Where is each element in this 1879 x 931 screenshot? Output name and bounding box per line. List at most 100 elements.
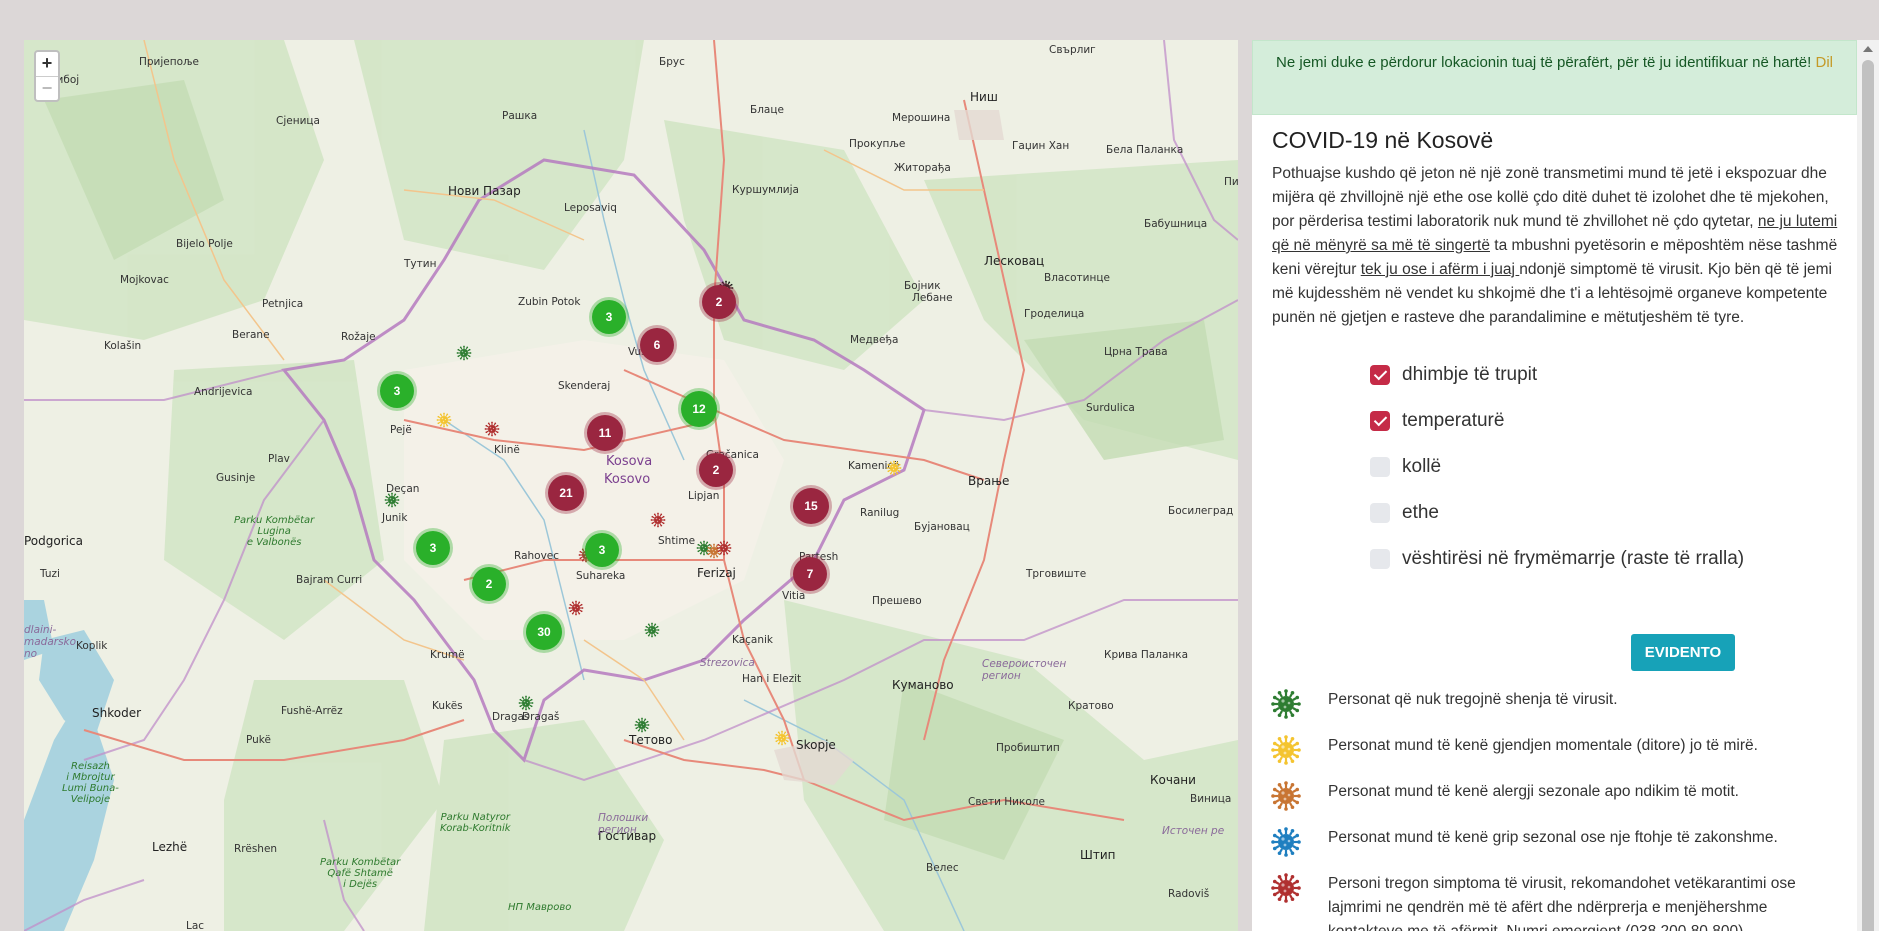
virus-marker-icon[interactable] — [716, 540, 732, 556]
symptom-checkbox-row[interactable]: vështirësi në frymëmarrje (raste të rral… — [1370, 536, 1857, 582]
map-place-label: Han i Elezit — [742, 673, 802, 685]
symptom-checkbox-row[interactable]: temperaturë — [1370, 398, 1857, 444]
cluster-marker[interactable]: 3 — [585, 533, 619, 567]
map-place-label: Бабушница — [1144, 218, 1208, 230]
map-place-label: Крива Паланка — [1104, 649, 1189, 661]
intro-underline-2: tek ju ose i afërm i juaj — [1360, 261, 1520, 278]
virus-marker-icon[interactable] — [886, 460, 902, 476]
symptom-label: dhimbje të trupit — [1402, 364, 1538, 385]
legend-item: Personat mund të kenë gjendjen momentale… — [1270, 734, 1830, 766]
legend-item: Personi tregon simptoma të virusit, reko… — [1270, 872, 1830, 931]
virus-marker-icon[interactable] — [634, 717, 650, 733]
map-place-label: Сјеница — [276, 115, 320, 127]
cluster-marker[interactable]: 2 — [702, 285, 736, 319]
symptom-label: ethe — [1402, 502, 1439, 523]
scrollbar-thumb[interactable] — [1862, 60, 1874, 931]
cluster-marker[interactable]: 2 — [472, 567, 506, 601]
map-place-label: Andrijevica — [194, 386, 253, 398]
checkbox[interactable] — [1370, 365, 1390, 385]
map-park-label: Parku Kombëtar Lugina e Valbonës — [234, 515, 315, 548]
map-place-label: Медвеђа — [850, 334, 899, 346]
map-park-label: Reisazh i Mbrojtur Lumi Buna- Velipoje — [62, 761, 119, 805]
cluster-marker[interactable]: 3 — [592, 300, 626, 334]
map-region-label: Kosovo — [604, 472, 651, 487]
map-place-label: Тутин — [404, 258, 437, 270]
symptom-label: temperaturë — [1402, 410, 1505, 431]
map-place-label: Прешево — [872, 595, 922, 607]
legend-item: Personat që nuk tregojnë shenja të virus… — [1270, 688, 1830, 720]
cluster-marker[interactable]: 7 — [793, 557, 827, 591]
map-place-label: Kolašin — [104, 340, 142, 352]
map-place-label: Zubin Potok — [518, 296, 581, 308]
map-place-label: Мерошина — [892, 112, 951, 124]
map-place-label: Bajram Curri — [296, 574, 363, 586]
map-place-label: Свърлиг — [1049, 44, 1096, 56]
legend-text: Personat mund të kenë grip sezonal ose n… — [1328, 829, 1778, 846]
cluster-marker[interactable]: 3 — [416, 531, 450, 565]
zoom-in-button[interactable]: + — [36, 52, 58, 76]
map-park-label: Parku Kombëtar Qafë Shtamë i Dejës — [320, 857, 401, 890]
symptom-checkbox-row[interactable]: kollë — [1370, 444, 1857, 490]
map-place-label: Gusinje — [216, 472, 256, 484]
cluster-marker[interactable]: 2 — [699, 453, 733, 487]
evidento-button[interactable]: EVIDENTO — [1631, 634, 1735, 671]
symptom-checkbox-row[interactable]: dhimbje të trupit — [1370, 352, 1857, 398]
zoom-out-button[interactable]: − — [36, 76, 58, 100]
checkbox[interactable] — [1370, 411, 1390, 431]
map-place-label: Lipjan — [688, 490, 720, 502]
notice-dismiss-link[interactable]: Dil — [1815, 54, 1833, 71]
cluster-marker[interactable]: 30 — [526, 614, 562, 650]
symptom-checkbox-row[interactable]: ethe — [1370, 490, 1857, 536]
checkbox[interactable] — [1370, 457, 1390, 477]
map-place-label: Ranilug — [860, 507, 900, 519]
map-place-label: Skenderaj — [558, 380, 611, 392]
virus-orange-icon — [1270, 780, 1302, 812]
virus-marker-icon[interactable] — [568, 600, 584, 616]
cluster-marker[interactable]: 11 — [587, 415, 623, 451]
map-place-label: Житорађа — [894, 162, 951, 174]
map-place-label: Petnjica — [262, 298, 304, 310]
map-place-label: Kukës — [432, 700, 463, 712]
scrollbar[interactable] — [1857, 40, 1879, 931]
virus-green-icon — [1270, 688, 1302, 720]
map-place-label: Berane — [232, 329, 270, 341]
map-place-label: Кратово — [1068, 700, 1114, 712]
cluster-marker[interactable]: 3 — [380, 374, 414, 408]
map-place-label: Куршумлија — [732, 184, 799, 196]
map-place-label: Radoviš — [1168, 888, 1210, 900]
legend-item: Personat mund të kenë grip sezonal ose n… — [1270, 826, 1830, 858]
map-place-label: Бојник — [904, 280, 941, 292]
map-place-label: Брус — [659, 56, 685, 68]
virus-marker-icon[interactable] — [484, 421, 500, 437]
virus-marker-icon[interactable] — [518, 695, 534, 711]
cluster-marker[interactable]: 21 — [548, 475, 584, 511]
cluster-marker[interactable]: 12 — [681, 391, 717, 427]
zoom-control: + − — [34, 50, 60, 102]
checkbox[interactable] — [1370, 503, 1390, 523]
scroll-up-arrow[interactable] — [1863, 46, 1873, 52]
virus-marker-icon[interactable] — [650, 512, 666, 528]
virus-marker-icon[interactable] — [436, 412, 452, 428]
map-place-label: Ferizaj — [697, 566, 736, 580]
checkbox[interactable] — [1370, 549, 1390, 569]
cluster-marker[interactable]: 15 — [793, 488, 829, 524]
intro-paragraph: Pothuajse kushdo që jeton në një zonë tr… — [1272, 162, 1839, 330]
map-park-label: НП Маврово — [508, 902, 572, 913]
map[interactable]: + − Пријепоље Брус Свърлиг Прибој Ниш Рашка Бл… — [24, 40, 1238, 931]
virus-marker-icon[interactable] — [384, 492, 400, 508]
cluster-marker[interactable]: 6 — [640, 328, 674, 362]
virus-marker-icon[interactable] — [644, 622, 660, 638]
map-place-label: Podgorica — [24, 534, 83, 548]
virus-red-icon — [1270, 872, 1302, 904]
virus-marker-icon[interactable] — [456, 345, 472, 361]
map-place-label: Пирот — [1224, 176, 1238, 188]
map-province-label: Северoисточен регион — [982, 658, 1067, 682]
map-place-label: Lac — [186, 920, 205, 931]
map-place-label: Прокупље — [849, 138, 906, 150]
legend-text: Personat mund të kenë alergji sezonale a… — [1328, 783, 1739, 800]
map-place-label: Pukë — [246, 734, 271, 746]
map-place-label: Vitia — [782, 590, 806, 602]
map-place-label: Bijelo Polje — [176, 238, 233, 250]
virus-marker-icon[interactable] — [774, 730, 790, 746]
map-place-label: Тетово — [629, 733, 673, 747]
